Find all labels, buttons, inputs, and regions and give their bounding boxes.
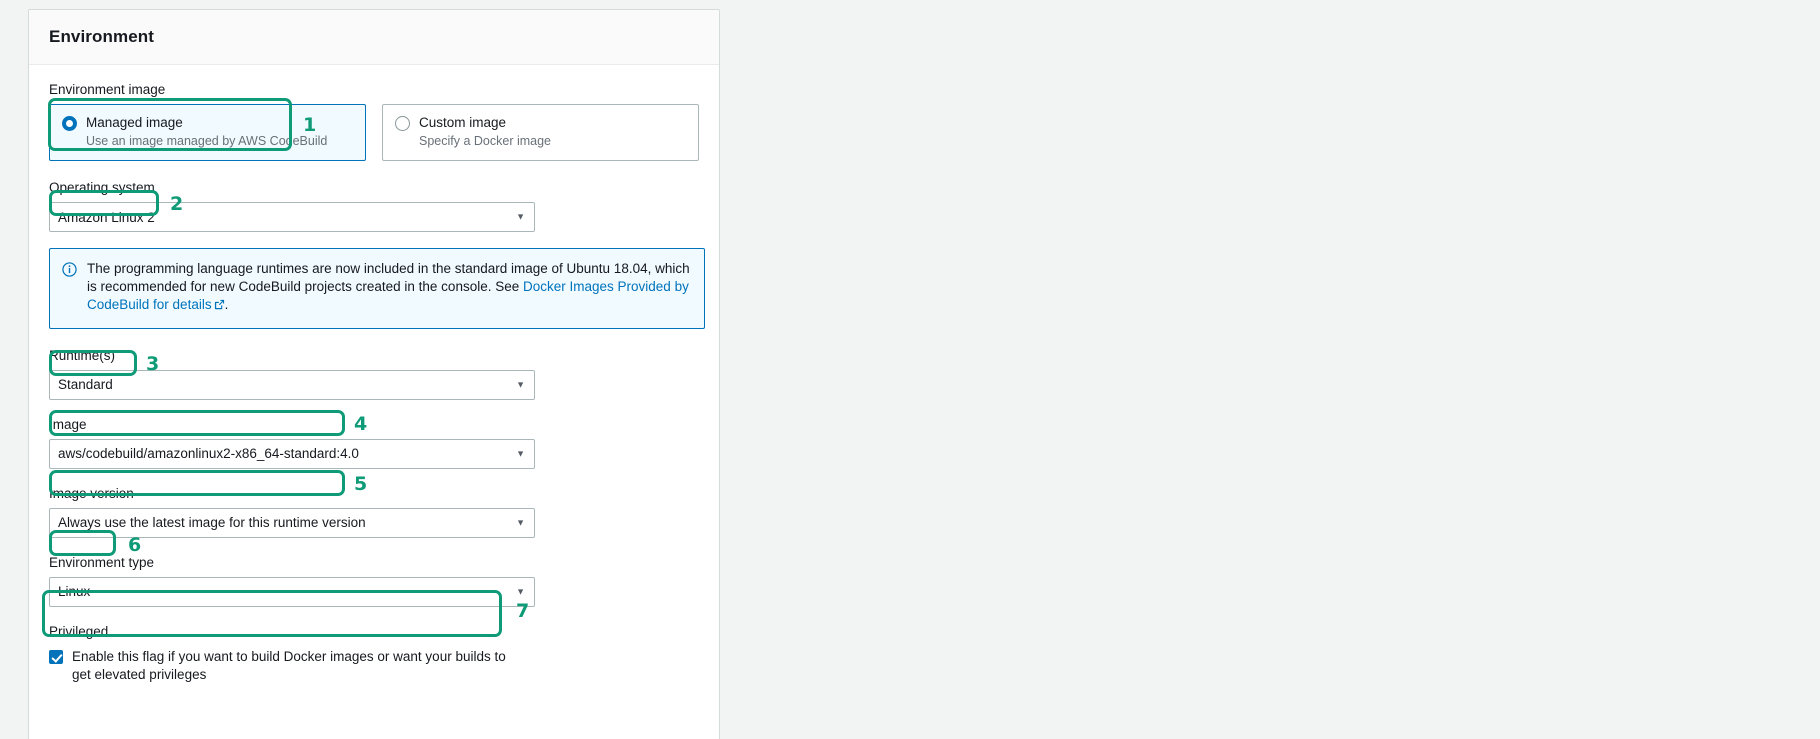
annotation-number-2: 2 [170, 193, 184, 215]
radio-tile-custom-image[interactable]: Custom image Specify a Docker image [382, 104, 699, 162]
card-header: Environment [29, 10, 719, 65]
operating-system-value: Amazon Linux 2 [58, 209, 155, 225]
environment-card: Environment Environment image Managed im… [28, 9, 720, 739]
privileged-checkbox-label: Enable this flag if you want to build Do… [72, 648, 506, 683]
annotation-number-6: 6 [128, 534, 142, 556]
environment-image-label: Environment image [49, 82, 166, 97]
image-version-select-wrap: Always use the latest image for this run… [49, 507, 535, 538]
info-alert-text-part-2: . [224, 297, 229, 312]
info-circle-icon [62, 262, 77, 315]
operating-system-label: Operating system [49, 180, 155, 196]
image-value: aws/codebuild/amazonlinux2-x86_64-standa… [58, 446, 359, 462]
image-version-value: Always use the latest image for this run… [58, 515, 366, 531]
external-link-icon[interactable] [214, 297, 225, 315]
radio-tile-managed-image-text: Managed image Use an image managed by AW… [86, 114, 327, 150]
runtimes-select-wrap: Standard ▼ [49, 369, 535, 400]
annotation-number-4: 4 [354, 413, 368, 435]
environment-type-value: Linux [58, 584, 91, 600]
radio-icon-custom-image[interactable] [395, 116, 410, 131]
radio-tile-managed-image[interactable]: Managed image Use an image managed by AW… [49, 104, 366, 162]
checkbox-checked-icon[interactable] [49, 649, 63, 664]
operating-system-select-wrap: Amazon Linux 2 ▼ [49, 202, 535, 233]
page-title: Environment [49, 27, 155, 46]
radio-tile-custom-image-title: Custom image [419, 115, 507, 130]
annotation-number-7: 7 [516, 600, 530, 622]
page-root: Environment Environment image Managed im… [0, 0, 1820, 739]
privileged-label: Privileged [49, 623, 109, 639]
runtimes-select[interactable]: Standard ▼ [49, 369, 535, 400]
environment-type-label: Environment type [49, 554, 155, 570]
annotation-number-5: 5 [354, 473, 368, 495]
info-alert: The programming language runtimes are no… [49, 248, 705, 329]
operating-system-select[interactable]: Amazon Linux 2 ▼ [49, 202, 535, 233]
image-select-wrap: aws/codebuild/amazonlinux2-x86_64-standa… [49, 438, 535, 469]
image-version-select[interactable]: Always use the latest image for this run… [49, 507, 535, 538]
environment-type-select-wrap: Linux ▼ [49, 576, 535, 607]
runtimes-value: Standard [58, 377, 113, 393]
radio-icon-managed-image[interactable] [62, 116, 77, 131]
image-version-label: Image version [49, 485, 134, 501]
image-label: Image [49, 416, 87, 432]
environment-image-tiles: Managed image Use an image managed by AW… [49, 104, 699, 162]
annotation-number-3: 3 [146, 353, 160, 375]
privileged-checkbox-row[interactable]: Enable this flag if you want to build Do… [49, 646, 509, 684]
radio-tile-custom-image-text: Custom image Specify a Docker image [419, 114, 551, 150]
radio-tile-custom-image-desc: Specify a Docker image [419, 134, 552, 149]
info-alert-text: The programming language runtimes are no… [87, 260, 690, 315]
chevron-down-icon[interactable]: ▼ [516, 587, 525, 596]
card-body: Environment image Managed image Use an i… [29, 65, 719, 704]
annotation-number-1: 1 [303, 114, 317, 136]
image-select[interactable]: aws/codebuild/amazonlinux2-x86_64-standa… [49, 438, 535, 469]
environment-type-select[interactable]: Linux ▼ [49, 576, 535, 607]
chevron-down-icon[interactable]: ▼ [516, 518, 525, 527]
chevron-down-icon[interactable]: ▼ [516, 449, 525, 458]
radio-tile-managed-image-desc: Use an image managed by AWS CodeBuild [86, 134, 328, 149]
chevron-down-icon[interactable]: ▼ [516, 380, 525, 389]
radio-tile-managed-image-title: Managed image [86, 115, 183, 130]
chevron-down-icon[interactable]: ▼ [516, 212, 525, 222]
